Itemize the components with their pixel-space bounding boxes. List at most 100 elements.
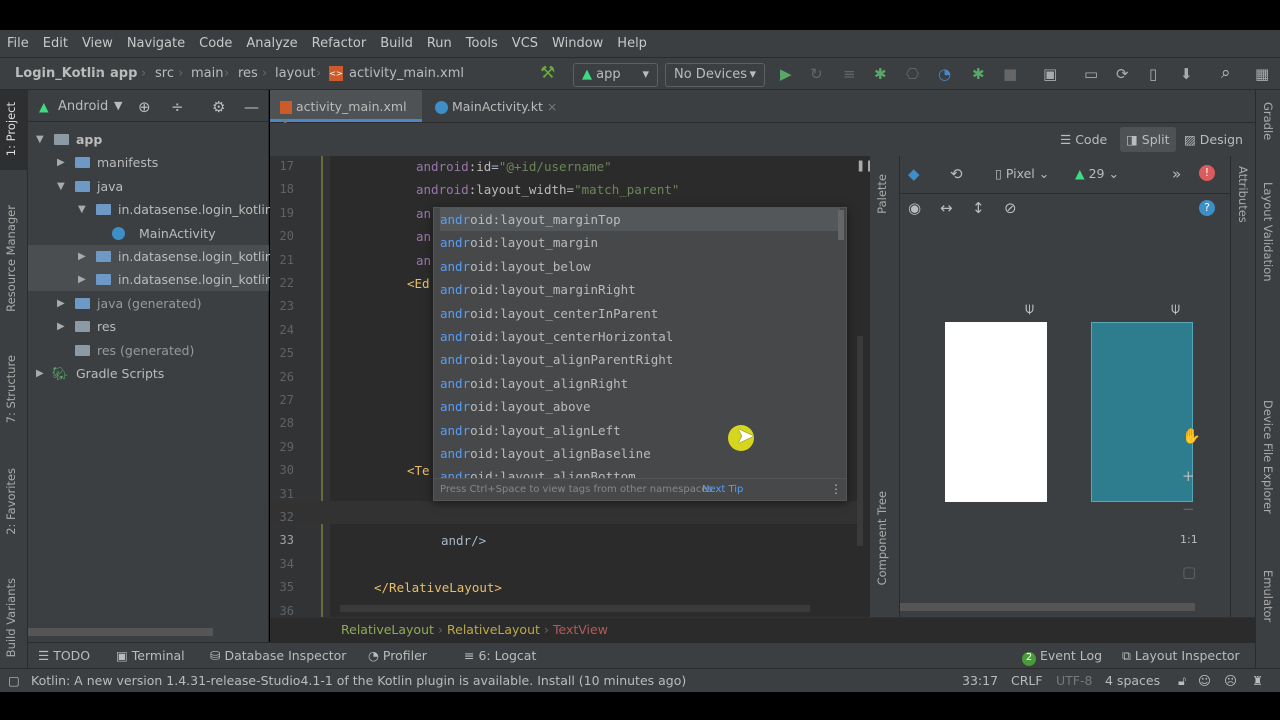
status-panel-icon[interactable]: ▢ <box>8 673 20 688</box>
tree-item[interactable]: ▶ java (generated) <box>28 292 269 315</box>
fit-screen-icon[interactable]: ▢ <box>1182 564 1196 580</box>
tree-item[interactable]: ▶ in.datasense.login_kotlin (a <box>28 245 289 268</box>
horizontal-scrollbar[interactable] <box>28 628 213 636</box>
run-icon[interactable]: ▶ <box>780 66 792 82</box>
hammer-icon[interactable]: ⚒ <box>540 65 555 82</box>
completion-scrollbar[interactable] <box>838 210 844 240</box>
menu-build[interactable]: Build <box>380 36 413 51</box>
component-tree-tab[interactable]: Component Tree <box>875 491 889 585</box>
collapsed-arrow-icon[interactable]: ▶ <box>36 368 44 379</box>
logcat-tab[interactable]: ≡ 6: Logcat <box>464 648 536 663</box>
inspector-icon[interactable]: ♜ <box>1252 673 1263 688</box>
breadcrumb-relativelayout[interactable]: RelativeLayout <box>341 622 434 637</box>
tree-item[interactable]: ▶ res <box>28 315 269 338</box>
project-tool-tab[interactable]: 1: Project <box>4 102 18 156</box>
close-icon[interactable]: × <box>547 99 557 114</box>
device-file-explorer-tab[interactable]: Device File Explorer <box>1261 400 1275 514</box>
database-inspector-tab[interactable]: ⛁ Database Inspector <box>210 648 346 663</box>
tree-item[interactable]: res (generated) <box>28 339 269 362</box>
tree-item[interactable]: MainActivity <box>28 222 269 245</box>
completion-item[interactable]: android:layout_above <box>440 395 840 418</box>
zoom-out-icon[interactable]: − <box>1182 501 1195 517</box>
orientation-icon[interactable]: ⟲ <box>950 166 963 182</box>
collapsed-arrow-icon[interactable]: ▶ <box>57 321 65 332</box>
collapse-all-icon[interactable]: ÷ <box>171 99 184 115</box>
expanded-arrow-icon[interactable]: ▼ <box>78 204 86 215</box>
profiler-tab[interactable]: ◔ Profiler <box>368 648 427 663</box>
zoom-reset-button[interactable]: 1:1 <box>1180 533 1198 546</box>
horizontal-scrollbar[interactable] <box>900 603 1195 611</box>
bug-icon[interactable]: ✱ <box>972 66 985 82</box>
menu-navigate[interactable]: Navigate <box>127 36 185 51</box>
menu-code[interactable]: Code <box>199 36 232 51</box>
breadcrumb-src[interactable]: src <box>155 66 174 81</box>
line-separator[interactable]: CRLF <box>1011 673 1043 688</box>
vertical-scrollbar[interactable] <box>857 336 863 546</box>
avd-manager-icon[interactable]: ▭ <box>1084 66 1098 82</box>
next-tip-link[interactable]: Next Tip <box>702 484 743 495</box>
design-mode-button[interactable]: ▨ Design <box>1184 132 1243 147</box>
expanded-arrow-icon[interactable]: ▼ <box>57 181 65 192</box>
completion-item[interactable]: android:layout_below <box>440 255 840 278</box>
more-icon[interactable]: » <box>1172 166 1181 182</box>
menu-view[interactable]: View <box>82 36 113 51</box>
project-view-selector[interactable]: Android <box>58 99 108 114</box>
breadcrumb-relativelayout[interactable]: RelativeLayout <box>447 622 540 637</box>
collapsed-arrow-icon[interactable]: ▶ <box>57 298 65 309</box>
menu-help[interactable]: Help <box>617 36 647 51</box>
completion-item[interactable]: android:layout_centerHorizontal <box>440 325 840 348</box>
breadcrumb-layout[interactable]: layout <box>275 66 316 81</box>
locate-icon[interactable]: ⊕ <box>138 99 151 115</box>
pan-hand-icon[interactable]: ✋ <box>1182 428 1201 444</box>
event-log-tab[interactable]: 2 Event Log <box>1022 648 1102 666</box>
breadcrumb-res[interactable]: res <box>238 66 258 81</box>
help-icon[interactable]: ? <box>1199 200 1215 216</box>
zoom-in-icon[interactable]: + <box>1182 468 1195 484</box>
collapsed-arrow-icon[interactable]: ▶ <box>78 251 86 262</box>
apply-changes-icon[interactable]: ≡ <box>843 66 856 82</box>
indent-setting[interactable]: 4 spaces <box>1105 673 1160 688</box>
sdk-manager-icon[interactable]: ⬇ <box>1180 66 1193 82</box>
menu-vcs[interactable]: VCS <box>512 36 538 51</box>
resource-manager-tab[interactable]: Resource Manager <box>4 205 18 312</box>
menu-tools[interactable]: Tools <box>466 36 498 51</box>
eye-icon[interactable]: ◉ <box>908 200 921 216</box>
menu-file[interactable]: File <box>7 36 29 51</box>
completion-item[interactable]: android:layout_margin <box>440 231 840 254</box>
layout-inspector-tab[interactable]: ⧉ Layout Inspector <box>1122 648 1240 664</box>
chevron-down-icon[interactable]: ▼ <box>114 99 122 112</box>
attach-debugger-icon[interactable]: ⎔ <box>906 66 919 82</box>
device-selector[interactable]: ▯ Pixel ⌄ <box>995 166 1049 181</box>
completion-item[interactable]: android:layout_alignLeft <box>440 419 840 442</box>
tab-mainactivity-kt[interactable]: MainActivity.kt × <box>425 90 567 122</box>
settings-icon[interactable]: ▦ <box>1255 66 1269 82</box>
todo-tab[interactable]: ☰ TODO <box>38 648 90 663</box>
menu-analyze[interactable]: Analyze <box>246 36 297 51</box>
emulator-tab[interactable]: Emulator <box>1261 570 1275 622</box>
tree-item[interactable]: ▼ java <box>28 175 269 198</box>
caret-position[interactable]: 33:17 <box>962 673 998 688</box>
menu-refactor[interactable]: Refactor <box>312 36 367 51</box>
palette-tab[interactable]: Palette <box>875 174 889 214</box>
profile-icon[interactable]: ◔ <box>938 66 951 82</box>
code-mode-button[interactable]: ☰ Code <box>1060 132 1107 147</box>
debug-icon[interactable]: ✱ <box>874 66 887 82</box>
split-mode-button[interactable]: ◨ Split <box>1120 127 1176 152</box>
happy-face-icon[interactable]: ☺ <box>1198 673 1211 688</box>
collapsed-arrow-icon[interactable]: ▶ <box>78 274 86 285</box>
layers-icon[interactable]: ◆ <box>908 166 920 182</box>
menu-edit[interactable]: Edit <box>43 36 68 51</box>
run-config-dropdown[interactable]: ▲ app ▾ <box>573 63 658 87</box>
favorites-tab[interactable]: 2: Favorites <box>4 468 18 535</box>
lock-icon[interactable]: 🔓︎ <box>1178 673 1186 689</box>
terminal-tab[interactable]: ▣ Terminal <box>116 648 185 663</box>
attributes-tab[interactable]: Attributes <box>1236 166 1250 223</box>
horizontal-arrows-icon[interactable]: ↔ <box>940 200 953 216</box>
breadcrumb-app[interactable]: app <box>110 66 137 81</box>
tree-item[interactable]: ▶ manifests <box>28 151 269 174</box>
completion-item[interactable]: android:layout_alignBaseline <box>440 442 840 465</box>
more-options-icon[interactable]: ⋮ <box>830 482 842 496</box>
sad-face-icon[interactable]: ☹ <box>1224 673 1237 688</box>
tab-activity-main-xml[interactable]: activity_main.xml × <box>270 90 422 129</box>
device-manager-icon[interactable]: ▯ <box>1149 66 1157 82</box>
